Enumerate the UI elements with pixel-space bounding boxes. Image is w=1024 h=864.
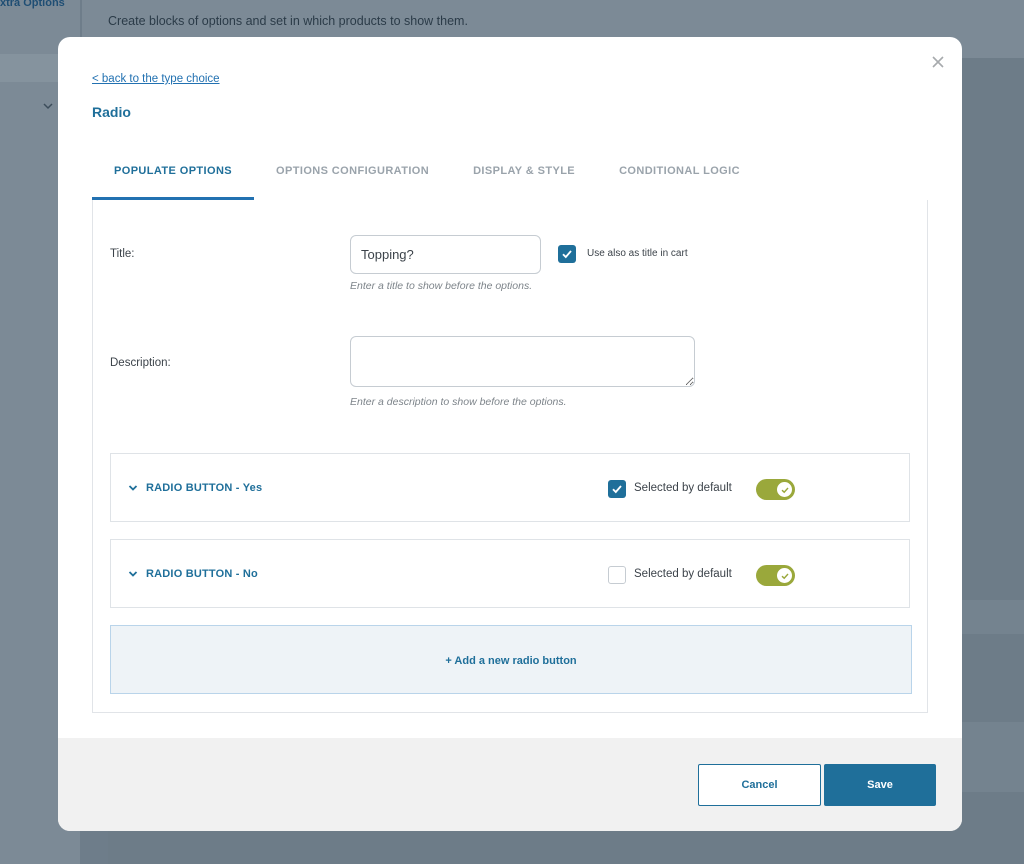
toggle-knob [777,568,792,583]
close-icon[interactable] [931,55,945,69]
check-icon [562,250,572,259]
chevron-down-icon[interactable] [128,570,138,578]
populate-options-panel: Title: Use also as title in cart Enter a… [92,200,928,713]
save-button[interactable]: Save [824,764,936,806]
radio-option-item: RADIO BUTTON - Yes Selected by default [110,453,910,522]
title-input[interactable] [350,235,541,274]
chevron-down-icon[interactable] [128,484,138,492]
radio-option-title[interactable]: RADIO BUTTON - Yes [146,482,262,494]
selected-by-default-label: Selected by default [634,482,732,494]
background-description: Create blocks of options and set in whic… [108,14,468,28]
option-enabled-toggle[interactable] [756,565,795,586]
selected-by-default-label: Selected by default [634,568,732,580]
check-icon [781,487,789,494]
add-radio-button-label: + Add a new radio button [445,655,577,667]
cancel-button[interactable]: Cancel [698,764,821,806]
tab-display-style[interactable]: DISPLAY & STYLE [451,153,597,200]
chevron-down-icon [43,103,53,110]
check-icon [612,485,622,494]
option-enabled-toggle[interactable] [756,479,795,500]
selected-by-default-checkbox[interactable] [608,566,626,584]
use-as-cart-title-label: Use also as title in cart [587,248,688,259]
radio-option-title[interactable]: RADIO BUTTON - No [146,568,258,580]
add-radio-button[interactable]: + Add a new radio button [110,625,912,694]
background-sidebar-title: xtra Options [0,0,65,9]
description-textarea[interactable] [350,336,695,387]
selected-by-default-checkbox[interactable] [608,480,626,498]
title-label: Title: [110,248,135,260]
edit-option-modal: < back to the type choice Radio POPULATE… [58,37,962,831]
background-strip [960,722,1024,792]
check-icon [781,573,789,580]
use-as-cart-title-checkbox[interactable] [558,245,576,263]
tab-conditional-logic[interactable]: CONDITIONAL LOGIC [597,153,762,200]
radio-option-item: RADIO BUTTON - No Selected by default [110,539,910,608]
toggle-knob [777,482,792,497]
tab-options-configuration[interactable]: OPTIONS CONFIGURATION [254,153,451,200]
description-help-text: Enter a description to show before the o… [350,396,567,408]
modal-footer: Cancel Save [58,738,962,831]
description-label: Description: [110,357,171,369]
tab-bar: POPULATE OPTIONS OPTIONS CONFIGURATION D… [92,153,762,200]
title-help-text: Enter a title to show before the options… [350,280,533,292]
modal-title: Radio [92,104,131,120]
back-to-type-choice-link[interactable]: < back to the type choice [92,73,220,85]
tab-populate-options[interactable]: POPULATE OPTIONS [92,153,255,200]
background-strip [960,600,1024,634]
